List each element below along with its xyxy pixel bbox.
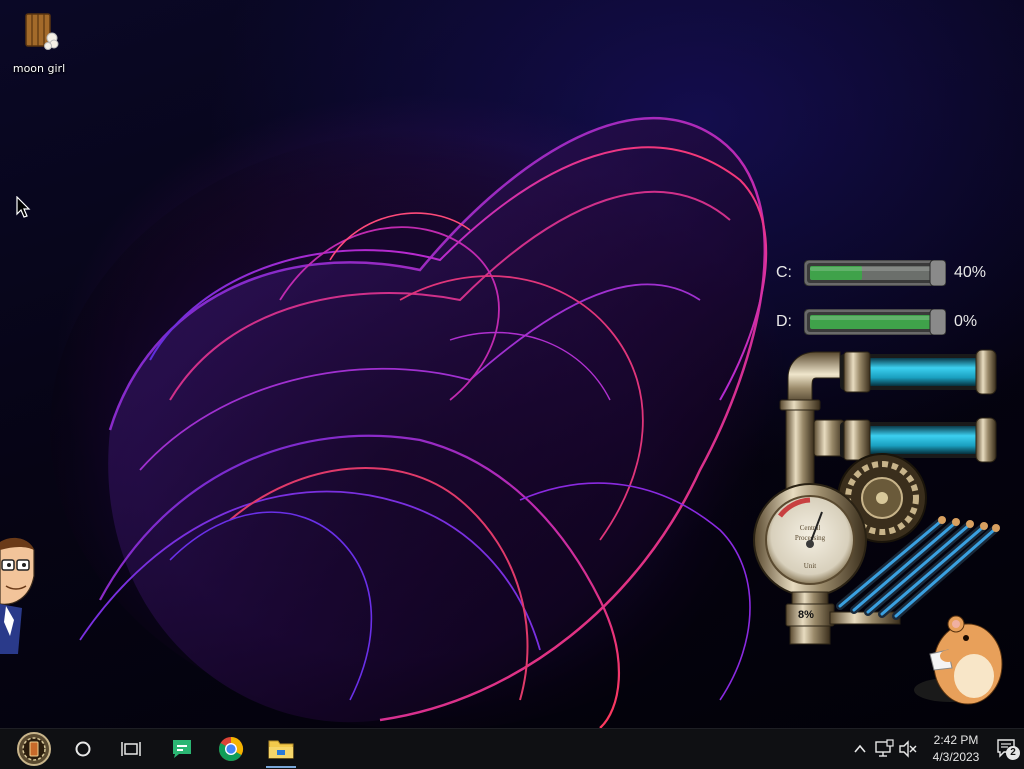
chrome-icon [218,737,244,762]
drive-percent: 40% [954,264,987,281]
cortana-search-button[interactable] [64,729,102,769]
circle-icon [75,741,91,757]
chevron-up-icon[interactable] [852,741,868,757]
chrome-app-button[interactable] [210,729,252,769]
drive-label: D: [776,313,792,330]
clock-date: 4/3/2023 [932,750,980,764]
crate-icon [25,13,59,50]
drive-meter-c[interactable]: C: 40% [776,258,1006,290]
task-view-button[interactable] [112,729,150,769]
mouse-cursor-icon [16,196,31,218]
steampunk-cpu-gadget[interactable]: Central Processing Unit [740,348,1000,648]
drive-usage-tube [804,260,946,286]
drive-usage-tube [804,309,946,335]
clock-time: 2:42 PM [933,733,979,747]
desktop-icon-label: moon girl [12,62,66,75]
system-tray: 2:42 PM 4/3/2023 2 [824,729,1024,769]
cpu-percent-readout: 8% [798,609,814,621]
start-button[interactable] [8,729,60,769]
notifications-button[interactable]: 2 [996,737,1022,761]
notification-count-badge: 2 [1006,746,1020,760]
drive-meter-d[interactable]: D: 0% [776,307,1006,339]
folder-icon [268,740,294,759]
gauge-text-unit: Unit [804,562,817,570]
taskbar: 2:42 PM 4/3/2023 2 [0,728,1024,769]
hamster-reading-icon [914,615,1003,705]
chat-app-button[interactable] [162,729,202,769]
drive-percent: 0% [954,313,978,330]
steampunk-start-icon [17,732,51,766]
drive-label: C: [776,264,792,281]
chat-bubble-icon [173,740,191,758]
desktop-icon-moon-girl[interactable]: moon girl [8,8,70,75]
cartoon-character-icon [0,537,35,654]
network-icon[interactable] [874,739,894,759]
task-view-icon [121,742,141,756]
file-explorer-button[interactable] [260,729,302,769]
desktop: moon girl C: 40% D: 0% Central Processin… [0,0,1024,728]
volume-muted-icon[interactable] [898,739,918,759]
taskbar-clock[interactable]: 2:42 PM 4/3/2023 [922,732,990,768]
